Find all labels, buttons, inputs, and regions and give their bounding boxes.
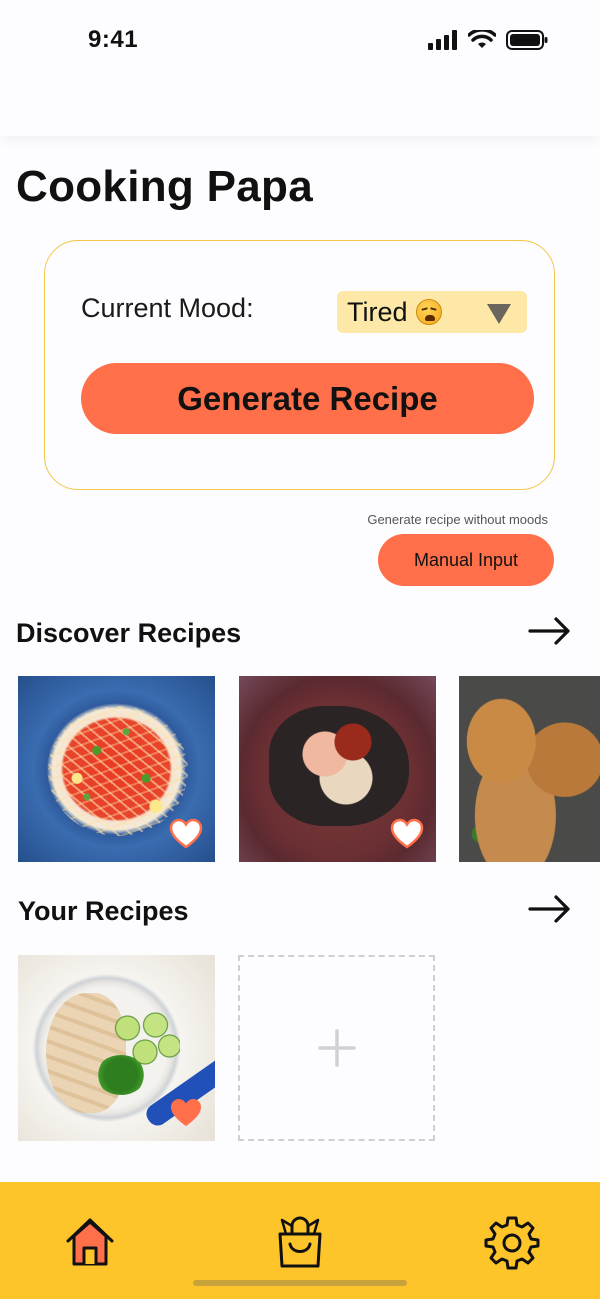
discover-recipe-card[interactable]: [18, 676, 215, 862]
discover-recipe-card[interactable]: [239, 676, 436, 862]
status-bar: 9:41: [0, 0, 600, 136]
your-recipes-see-all-arrow-icon[interactable]: [528, 894, 572, 924]
app-title: Cooking Papa: [16, 162, 313, 211]
mood-label: Current Mood:: [81, 293, 254, 323]
dropdown-arrow-icon: [487, 304, 511, 324]
battery-icon: [506, 30, 548, 50]
your-recipe-card[interactable]: [18, 955, 215, 1141]
manual-input-button[interactable]: Manual Input: [378, 534, 554, 586]
heart-outline-icon[interactable]: [169, 818, 203, 850]
mood-select[interactable]: Tired: [337, 291, 527, 333]
your-recipes-title: Your Recipes: [18, 896, 189, 926]
mood-card: Current Mood: Tired Generate Recipe: [44, 240, 555, 490]
status-icons: [428, 30, 548, 50]
heart-filled-icon[interactable]: [169, 1097, 203, 1129]
discover-see-all-arrow-icon[interactable]: [528, 616, 572, 646]
home-icon[interactable]: [62, 1214, 118, 1270]
gear-icon[interactable]: [484, 1214, 540, 1270]
plus-icon: [317, 1029, 356, 1067]
signal-icon: [428, 30, 457, 50]
discover-recipe-card[interactable]: [459, 676, 600, 862]
heart-outline-icon[interactable]: [390, 818, 424, 850]
status-time: 9:41: [88, 26, 139, 53]
manual-input-hint: Generate recipe without moods: [367, 512, 548, 527]
discover-recipes-title: Discover Recipes: [16, 618, 242, 648]
home-indicator: [193, 1280, 407, 1286]
wifi-icon: [468, 30, 496, 48]
generate-recipe-button[interactable]: Generate Recipe: [81, 363, 534, 434]
bottom-nav: [0, 1182, 600, 1299]
weary-face-icon: [415, 299, 442, 325]
add-recipe-button[interactable]: [238, 955, 435, 1141]
mood-select-value: Tired: [347, 296, 408, 327]
shopping-bag-icon[interactable]: [272, 1214, 328, 1270]
